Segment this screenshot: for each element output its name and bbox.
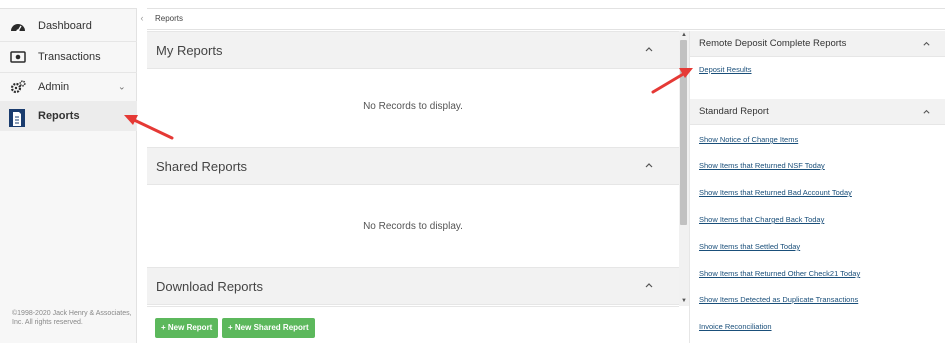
link-returned-bad-account[interactable]: Show Items that Returned Bad Account Tod…	[699, 188, 852, 197]
annotation-arrow-icon	[124, 115, 174, 140]
new-shared-report-button[interactable]: + New Shared Report	[222, 318, 315, 338]
chevron-up-icon[interactable]	[644, 160, 654, 170]
section-header-my-reports[interactable]: My Reports	[147, 31, 679, 69]
collapse-sidebar-button[interactable]: ‹	[137, 8, 147, 29]
annotation-arrow-icon	[651, 68, 693, 94]
sidebar-item-label: Admin	[38, 81, 70, 93]
section-header-rdc-reports[interactable]: Remote Deposit Complete Reports	[690, 31, 945, 57]
link-duplicate-transactions[interactable]: Show Items Detected as Duplicate Transac…	[699, 295, 858, 304]
section-title: My Reports	[156, 43, 223, 58]
section-title: Remote Deposit Complete Reports	[699, 38, 847, 49]
sidebar-item-dashboard[interactable]: Dashboard	[0, 11, 137, 41]
empty-state: No Records to display.	[363, 101, 463, 112]
document-icon	[9, 109, 25, 127]
scroll-up-icon[interactable]: ▲	[679, 31, 689, 40]
sidebar: Dashboard Transactions Admin ⌄ Reports ©…	[0, 8, 137, 343]
dashboard-icon	[11, 24, 25, 33]
link-returned-other-check21[interactable]: Show Items that Returned Other Check21 T…	[699, 269, 860, 278]
section-header-shared-reports[interactable]: Shared Reports	[147, 147, 679, 185]
chevron-down-icon[interactable]: ⌄	[118, 82, 126, 93]
section-header-download-reports[interactable]: Download Reports	[147, 267, 679, 305]
main-panel: My Reports No Records to display. Shared…	[147, 31, 679, 343]
new-report-button[interactable]: + New Report	[155, 318, 219, 338]
section-title: Shared Reports	[156, 159, 248, 174]
breadcrumb: Reports	[147, 8, 945, 30]
empty-state: No Records to display.	[363, 221, 463, 232]
sidebar-item-label: Reports	[38, 110, 80, 122]
link-invoice-reconciliation[interactable]: Invoice Reconciliation	[699, 322, 772, 331]
link-charged-back[interactable]: Show Items that Charged Back Today	[699, 215, 824, 224]
action-bar: + New Report + New Shared Report	[147, 306, 679, 343]
chevron-up-icon[interactable]	[922, 107, 931, 116]
section-title: Standard Report	[699, 106, 769, 117]
breadcrumb-item[interactable]: Reports	[155, 14, 183, 23]
sidebar-item-label: Dashboard	[38, 20, 92, 32]
reports-links-panel: Remote Deposit Complete Reports Deposit …	[689, 31, 945, 343]
section-title: Download Reports	[156, 279, 263, 294]
scroll-down-icon[interactable]: ▼	[679, 297, 689, 306]
sidebar-item-admin[interactable]: Admin ⌄	[0, 72, 137, 102]
link-notice-of-change[interactable]: Show Notice of Change Items	[699, 135, 798, 144]
sidebar-item-transactions[interactable]: Transactions	[0, 42, 137, 72]
section-header-standard-report[interactable]: Standard Report	[690, 99, 945, 125]
copyright-text: ©1998-2020 Jack Henry & Associates, Inc.…	[12, 310, 132, 326]
gears-icon	[10, 80, 26, 94]
chevron-up-icon[interactable]	[644, 44, 654, 54]
sidebar-item-label: Transactions	[38, 51, 101, 63]
transactions-icon	[10, 51, 26, 63]
chevron-up-icon[interactable]	[644, 280, 654, 290]
sidebar-item-reports[interactable]: Reports	[0, 101, 137, 131]
link-deposit-results[interactable]: Deposit Results	[699, 65, 752, 74]
link-returned-nsf[interactable]: Show Items that Returned NSF Today	[699, 161, 825, 170]
link-settled-today[interactable]: Show Items that Settled Today	[699, 242, 800, 251]
chevron-up-icon[interactable]	[922, 39, 931, 48]
